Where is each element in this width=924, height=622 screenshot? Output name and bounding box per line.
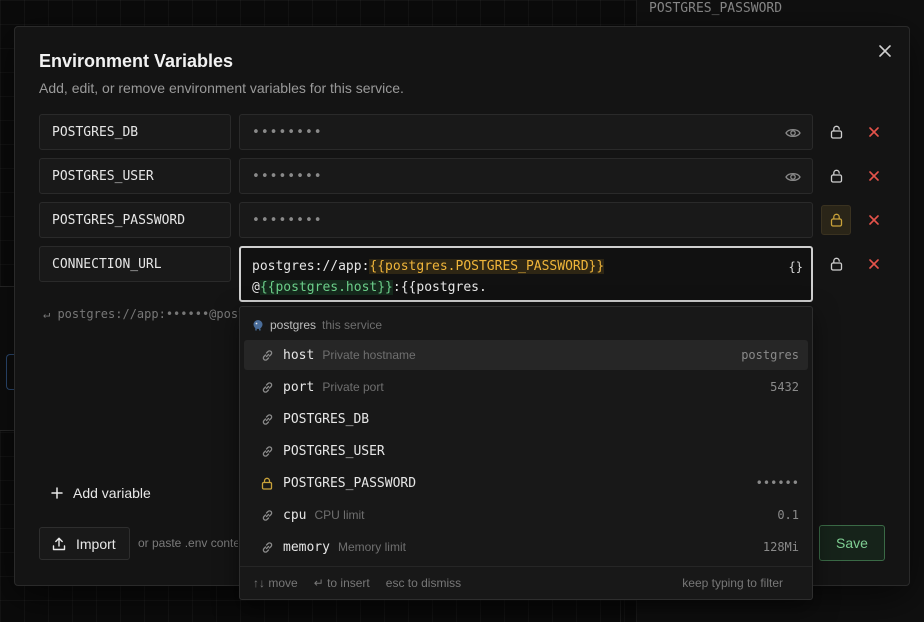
hint-dismiss: esc to dismiss [385, 576, 462, 590]
hint-move: ↑↓ move [253, 576, 298, 590]
variable-key-input[interactable]: CONNECTION_URL [39, 246, 231, 282]
delete-variable-button[interactable] [859, 117, 889, 147]
link-icon [260, 540, 274, 554]
item-value: 5432 [770, 380, 799, 394]
autocomplete-item-host[interactable]: host Private hostname postgres [244, 340, 808, 370]
item-name: POSTGRES_PASSWORD [283, 475, 417, 491]
item-description: Memory limit [337, 540, 406, 554]
close-icon [879, 45, 891, 57]
variable-row: POSTGRES_PASSWORD •••••••• [39, 202, 889, 238]
autocomplete-item-postgres-db[interactable]: POSTGRES_DB [244, 404, 808, 434]
autocomplete-footer: ↑↓ move ↵ to insert esc to dismiss keep … [240, 566, 812, 599]
variable-row: POSTGRES_DB •••••••• [39, 114, 889, 150]
link-icon [260, 412, 274, 426]
variable-key-input[interactable]: POSTGRES_PASSWORD [39, 202, 231, 238]
reference-token: {{postgres.host}} [259, 280, 393, 295]
variable-value-editor[interactable]: postgres://app:{{postgres.POSTGRES_PASSW… [239, 246, 813, 302]
service-note: this service [322, 318, 383, 332]
upload-icon [52, 537, 66, 550]
autocomplete-item-postgres-user[interactable]: POSTGRES_USER [244, 436, 808, 466]
editor-line: @{{postgres.host}}:{{postgres. [252, 277, 800, 298]
braces-icon[interactable]: {} [789, 257, 803, 278]
item-name: cpu [283, 507, 307, 523]
autocomplete-item-postgres-password[interactable]: POSTGRES_PASSWORD •••••• [244, 468, 808, 498]
autocomplete-item-port[interactable]: port Private port 5432 [244, 372, 808, 402]
unlock-icon[interactable] [821, 161, 851, 191]
hint-filter: keep typing to filter [682, 576, 783, 590]
paste-env-hint: or paste .env contents [138, 536, 238, 550]
item-value: 128Mi [762, 540, 799, 554]
unlock-icon[interactable] [821, 117, 851, 147]
service-name: postgres [270, 318, 317, 332]
close-icon [869, 171, 879, 181]
link-icon [260, 348, 274, 362]
item-name: memory [283, 539, 330, 555]
masked-value: •••••••• [252, 168, 323, 184]
item-name: POSTGRES_DB [283, 411, 370, 427]
autocomplete-item-memory[interactable]: memory Memory limit 128Mi [244, 532, 808, 562]
variable-value-input[interactable]: •••••••• [239, 158, 813, 194]
masked-value: •••••••• [252, 124, 323, 140]
modal-title: Environment Variables [39, 51, 234, 71]
lock-icon[interactable] [821, 205, 851, 235]
unlock-icon[interactable] [821, 249, 851, 279]
lock-icon [260, 476, 274, 490]
item-value: •••••• [755, 476, 799, 490]
item-name: host [283, 347, 315, 363]
import-label: Import [76, 535, 116, 552]
item-description: Private hostname [322, 348, 416, 362]
autocomplete-dropdown: postgres this service host Private hostn… [239, 306, 813, 600]
close-button[interactable] [875, 41, 895, 61]
item-name: port [283, 379, 315, 395]
editor-text: :{{postgres. [392, 280, 487, 295]
postgres-elephant-icon [253, 320, 263, 331]
import-button[interactable]: Import [39, 527, 130, 560]
resolved-value-preview: ↵ postgres://app:••••••@postgres [43, 307, 239, 321]
variable-value-input[interactable]: •••••••• [239, 202, 813, 238]
autocomplete-item-cpu[interactable]: cpu CPU limit 0.1 [244, 500, 808, 530]
delete-variable-button[interactable] [859, 205, 889, 235]
eye-icon[interactable] [784, 124, 802, 142]
add-variable-label: Add variable [73, 485, 151, 501]
autocomplete-service-header: postgres this service [252, 318, 382, 332]
modal-subtitle: Add, edit, or remove environment variabl… [39, 80, 404, 96]
masked-value: •••••••• [252, 212, 323, 228]
eye-icon[interactable] [784, 168, 802, 186]
variable-key-input[interactable]: POSTGRES_DB [39, 114, 231, 150]
variable-value-input[interactable]: •••••••• [239, 114, 813, 150]
save-button[interactable]: Save [819, 525, 885, 561]
plus-icon [51, 487, 63, 499]
item-description: Private port [322, 380, 384, 394]
item-description: CPU limit [314, 508, 365, 522]
hint-insert: ↵ to insert [313, 576, 370, 590]
item-value: 0.1 [777, 508, 799, 522]
variable-key-input[interactable]: POSTGRES_USER [39, 158, 231, 194]
delete-variable-button[interactable] [859, 249, 889, 279]
link-icon [260, 380, 274, 394]
variable-row: CONNECTION_URL postgres://app:{{postgres… [39, 246, 889, 302]
item-value: postgres [741, 348, 799, 362]
editor-text: @ [252, 280, 260, 295]
delete-variable-button[interactable] [859, 161, 889, 191]
close-icon [869, 215, 879, 225]
link-icon [260, 444, 274, 458]
close-icon [869, 127, 879, 137]
link-icon [260, 508, 274, 522]
editor-line: postgres://app:{{postgres.POSTGRES_PASSW… [252, 256, 800, 277]
editor-text: postgres://app: [252, 259, 370, 274]
background-variable-name: POSTGRES_PASSWORD [649, 1, 783, 16]
variable-row: POSTGRES_USER •••••••• [39, 158, 889, 194]
close-icon [869, 259, 879, 269]
add-variable-button[interactable]: Add variable [51, 485, 151, 501]
item-name: POSTGRES_USER [283, 443, 385, 459]
reference-token: {{postgres.POSTGRES_PASSWORD}} [369, 259, 605, 274]
